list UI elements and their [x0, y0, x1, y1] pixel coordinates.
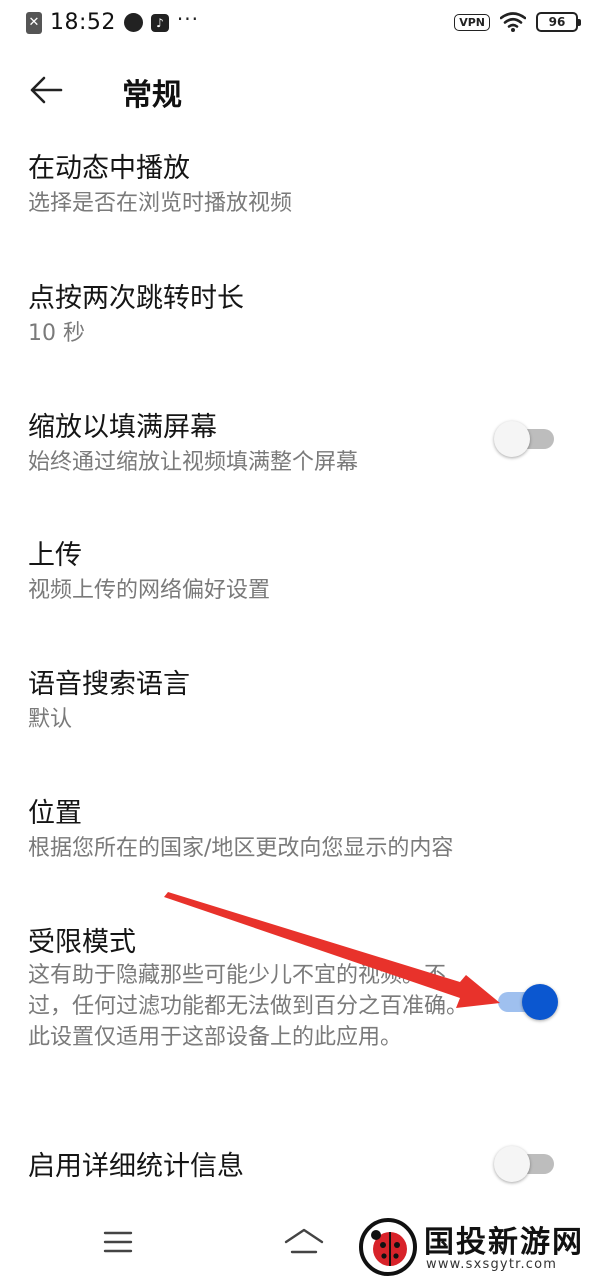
- stats-for-nerds-toggle[interactable]: [494, 1146, 554, 1182]
- setting-subtitle: 根据您所在的国家/地区更改向您显示的内容: [28, 836, 454, 861]
- watermark: 国投新游网 www.sxsgytr.com: [354, 1213, 606, 1280]
- setting-uploads[interactable]: 上传 视频上传的网络偏好设置: [0, 533, 606, 613]
- status-time: 18:52: [50, 10, 116, 35]
- page-title: 常规: [122, 78, 182, 113]
- setting-title: 启用详细统计信息: [28, 1151, 244, 1182]
- vpn-icon: VPN: [454, 13, 490, 31]
- back-button[interactable]: [22, 66, 70, 114]
- toggle-knob: [494, 421, 530, 457]
- app-notification-icon: [123, 13, 143, 32]
- setting-title: 位置: [28, 798, 82, 829]
- home-icon[interactable]: [282, 1222, 326, 1262]
- wifi-icon: [500, 12, 526, 32]
- setting-autoplay-in-feed[interactable]: 在动态中播放 选择是否在浏览时播放视频: [0, 146, 606, 226]
- setting-title: 受限模式: [28, 927, 136, 958]
- arrow-left-icon: [30, 76, 63, 104]
- top-app-bar: 常规: [0, 60, 606, 120]
- status-left: ✕ 18:52 ♪ ···: [26, 6, 199, 35]
- setting-subtitle: 视频上传的网络偏好设置: [28, 578, 271, 603]
- setting-location[interactable]: 位置 根据您所在的国家/地区更改向您显示的内容: [0, 791, 606, 871]
- status-bar: ✕ 18:52 ♪ ··· VPN 96: [0, 0, 606, 48]
- x-badge-icon: ✕: [26, 11, 42, 34]
- more-notifications-icon: ···: [176, 6, 199, 31]
- setting-subtitle: 始终通过缩放让视频填满整个屏幕: [28, 450, 359, 475]
- watermark-text: 国投新游网: [424, 1225, 584, 1260]
- setting-stats-for-nerds[interactable]: 启用详细统计信息: [0, 1144, 606, 1194]
- setting-subtitle: 默认: [28, 707, 73, 732]
- menu-icon[interactable]: [102, 1228, 134, 1256]
- setting-subtitle: 这有助于隐藏那些可能少儿不宜的视频。不过，任何过滤功能都无法做到百分之百准确。此…: [28, 963, 469, 1050]
- setting-double-tap-seek[interactable]: 点按两次跳转时长 10 秒: [0, 276, 606, 356]
- setting-title: 语音搜索语言: [28, 669, 190, 700]
- setting-title: 缩放以填满屏幕: [28, 412, 217, 443]
- setting-title: 在动态中播放: [28, 153, 190, 184]
- ladybug-logo-icon: [359, 1218, 417, 1276]
- setting-title: 上传: [28, 540, 82, 571]
- zoom-to-fill-toggle[interactable]: [494, 421, 554, 457]
- setting-subtitle: 10 秒: [28, 321, 85, 346]
- setting-subtitle: 选择是否在浏览时播放视频: [28, 191, 293, 216]
- tiktok-notification-icon: ♪: [150, 13, 169, 32]
- setting-zoom-to-fill[interactable]: 缩放以填满屏幕 始终通过缩放让视频填满整个屏幕: [0, 405, 606, 485]
- battery-icon: 96: [536, 12, 581, 32]
- setting-restricted-mode[interactable]: 受限模式 这有助于隐藏那些可能少儿不宜的视频。不过，任何过滤功能都无法做到百分之…: [0, 920, 606, 1090]
- setting-voice-search-language[interactable]: 语音搜索语言 默认: [0, 662, 606, 742]
- toggle-knob: [494, 1146, 530, 1182]
- restricted-mode-toggle[interactable]: [498, 984, 558, 1020]
- toggle-knob: [522, 984, 558, 1020]
- watermark-url: www.sxsgytr.com: [426, 1257, 558, 1272]
- status-right: VPN 96: [454, 12, 581, 32]
- setting-title: 点按两次跳转时长: [28, 283, 244, 314]
